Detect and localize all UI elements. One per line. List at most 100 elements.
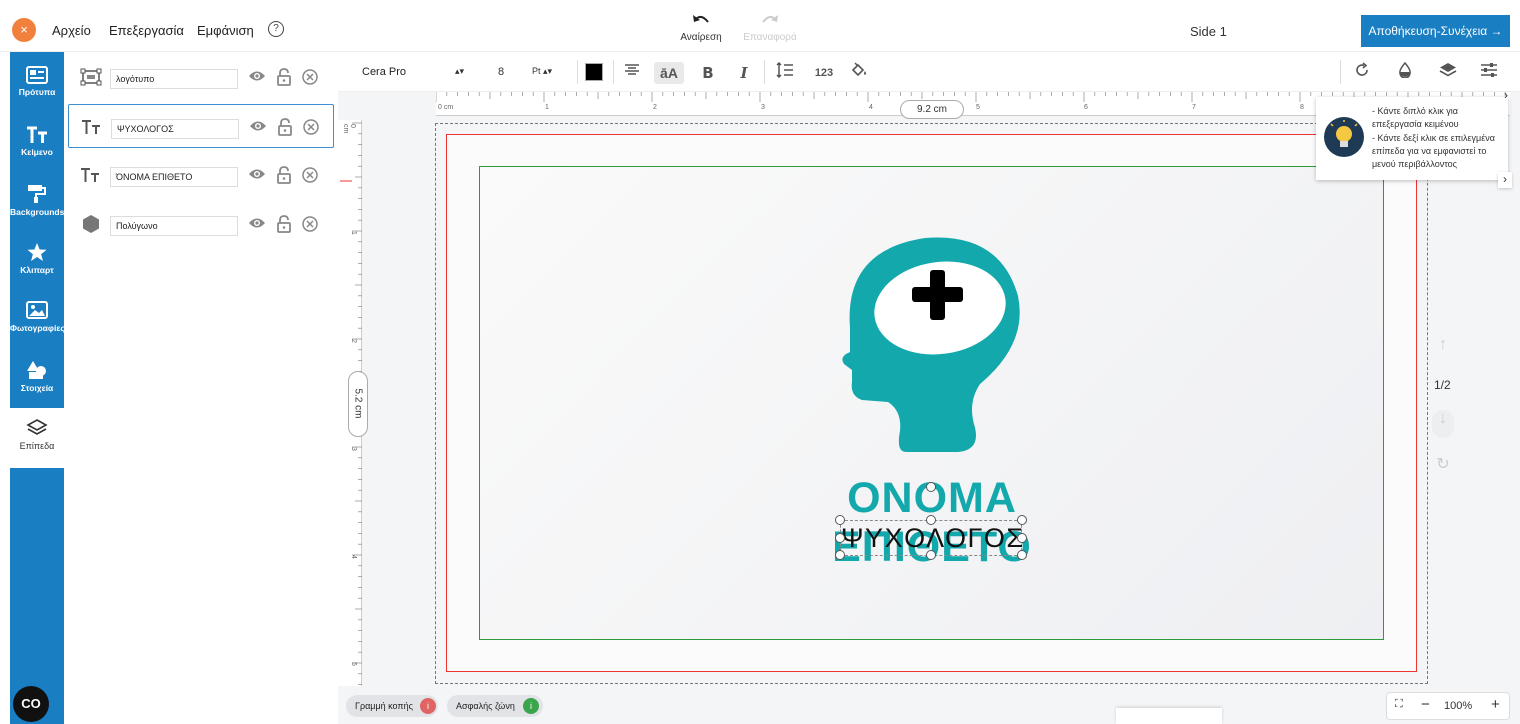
undo-label: Αναίρεση — [680, 32, 722, 43]
v-ruler-label: 5 — [350, 662, 357, 666]
zoom-in-icon[interactable]: + — [1491, 696, 1500, 713]
polygon-icon — [83, 215, 99, 233]
font-select-arrows-icon[interactable]: ▴▾ — [455, 66, 464, 77]
layer-row[interactable]: λογότυπο — [68, 55, 334, 99]
co-button[interactable]: CO — [13, 686, 49, 722]
resize-handle[interactable] — [926, 515, 936, 525]
close-circle-icon[interactable] — [303, 119, 319, 135]
chevron-right-icon[interactable]: › — [1498, 172, 1512, 188]
v-ruler-label: 1 — [350, 231, 357, 235]
h-ruler-label: 2 — [653, 104, 657, 111]
cut-line-toggle[interactable]: Γραμμή κοπής i — [346, 695, 438, 717]
text-case-button[interactable]: āA — [654, 62, 684, 84]
resize-handle[interactable] — [835, 515, 845, 525]
font-size-input[interactable]: 8 — [498, 66, 504, 78]
arrow-up-icon[interactable]: ↑ — [1432, 336, 1454, 364]
eye-icon[interactable] — [248, 69, 266, 83]
opacity-icon[interactable] — [1393, 61, 1417, 84]
eye-icon[interactable] — [248, 167, 266, 181]
toolbar-divider — [613, 60, 614, 84]
layers-panel: λογότυπο ΨΥΧΟΛΟΓΟΣ ΌΝΟΜΑ ΕΠΙΘΕΤΟ Πολύγων… — [64, 52, 338, 724]
bottom-tab[interactable] — [1116, 708, 1222, 724]
unlock-icon[interactable] — [276, 166, 292, 184]
h-ruler-label: 6 — [1084, 104, 1088, 111]
layer-row[interactable]: ΨΥΧΟΛΟΓΟΣ — [68, 104, 334, 148]
undo-button[interactable]: Αναίρεση — [672, 14, 730, 43]
shapes-icon — [27, 361, 46, 379]
unit-select[interactable]: Pt — [532, 66, 541, 76]
menu-edit[interactable]: Επεξεργασία — [109, 23, 184, 38]
redo-button[interactable]: Επαναφορά — [740, 14, 800, 43]
resize-handle[interactable] — [1017, 533, 1027, 543]
tip-line-1: - Κάντε διπλό κλικ για επεξεργασία κειμέ… — [1372, 106, 1459, 129]
unlock-icon[interactable] — [276, 215, 292, 233]
toolbar-divider — [764, 60, 765, 84]
number-format-button[interactable]: 123 — [810, 62, 838, 84]
v-ruler-label: 0 cm — [342, 124, 356, 134]
layers-icon — [26, 419, 48, 435]
nav-templates[interactable]: Πρότυπα — [10, 66, 64, 97]
page-indicator: 1/2 — [1434, 378, 1451, 392]
resize-handle[interactable] — [1017, 550, 1027, 560]
resize-handle[interactable] — [835, 533, 845, 543]
text-type-icon — [82, 120, 100, 134]
left-nav-lower — [10, 468, 64, 724]
layer-row[interactable]: Πολύγωνο — [68, 202, 334, 246]
head-logo-image[interactable] — [840, 236, 1022, 454]
line-height-icon[interactable] — [773, 61, 797, 84]
info-icon: i — [420, 698, 436, 714]
arrange-layers-icon[interactable] — [1436, 62, 1460, 84]
h-ruler-label: 3 — [761, 104, 765, 111]
unit-arrows-icon[interactable]: ▴▾ — [543, 66, 552, 77]
nav-backgrounds[interactable]: Backgrounds — [10, 184, 64, 217]
safe-zone-toggle[interactable]: Ασφαλής ζώνη i — [447, 695, 543, 717]
bold-button[interactable]: B — [696, 62, 720, 84]
layer-name-field[interactable]: ΌΝΟΜΑ ΕΠΙΘΕΤΟ — [110, 167, 238, 187]
menu-view[interactable]: Εμφάνιση — [197, 23, 254, 38]
adjustments-icon[interactable] — [1477, 62, 1501, 84]
italic-button[interactable]: I — [732, 62, 756, 84]
close-circle-icon[interactable] — [302, 69, 318, 85]
nav-layers[interactable]: Επίπεδα — [10, 418, 64, 451]
nav-photos[interactable]: Φωτογραφίες — [10, 300, 65, 333]
eye-icon[interactable] — [249, 119, 267, 133]
font-select[interactable]: Cera Pro — [362, 66, 406, 78]
rotate-handle[interactable] — [926, 482, 936, 492]
save-continue-button[interactable]: Αποθήκευση-Συνέχεια → — [1361, 15, 1510, 47]
resize-handle[interactable] — [926, 550, 936, 560]
nav-text[interactable]: Κείμενο — [10, 126, 64, 157]
unlock-icon[interactable] — [276, 68, 292, 86]
layer-row[interactable]: ΌΝΟΜΑ ΕΠΙΘΕΤΟ — [68, 153, 334, 197]
rotate-icon[interactable] — [1350, 62, 1374, 84]
nav-clipart[interactable]: Κλιπαρτ — [10, 242, 64, 275]
tip-box: - Κάντε διπλό κλικ για επεξεργασία κειμέ… — [1316, 97, 1508, 180]
refresh-icon[interactable]: ↻ — [1432, 454, 1454, 482]
layer-name-field[interactable]: Πολύγωνο — [110, 216, 238, 236]
nav-elements[interactable]: Στοιχεία — [10, 360, 64, 393]
menu-file[interactable]: Αρχείο — [52, 23, 91, 38]
fill-bucket-icon[interactable] — [847, 62, 871, 84]
eye-icon[interactable] — [248, 216, 266, 230]
arrow-down-icon[interactable]: ↓ — [1432, 410, 1454, 438]
close-circle-icon[interactable] — [302, 167, 318, 183]
close-circle-icon[interactable] — [302, 216, 318, 232]
format-toolbar: Cera Pro ▴▾ 8 Pt ▴▾ āA B I 123 — [338, 52, 1520, 92]
tip-line-2: - Κάντε δεξί κλικ σε επιλεγμένα επίπεδα … — [1372, 133, 1495, 169]
undo-icon — [693, 15, 709, 23]
top-bar: × Αρχείο Επεξεργασία Εμφάνιση ? Αναίρεση… — [0, 0, 1520, 52]
toolbar-divider — [577, 60, 578, 84]
chevron-right-icon[interactable]: › — [1504, 88, 1508, 102]
help-icon[interactable]: ? — [268, 21, 284, 37]
lightbulb-icon — [1324, 117, 1364, 157]
align-center-icon[interactable] — [620, 62, 644, 84]
zoom-out-icon[interactable]: − — [1421, 696, 1430, 713]
fullscreen-icon[interactable]: ⛶ — [1395, 698, 1403, 711]
resize-handle[interactable] — [1017, 515, 1027, 525]
height-readout: 5.2 cm — [348, 371, 368, 437]
layer-name-field[interactable]: λογότυπο — [110, 69, 238, 89]
resize-handle[interactable] — [835, 550, 845, 560]
text-color-swatch[interactable] — [585, 63, 603, 81]
close-button[interactable]: × — [12, 18, 36, 42]
layer-name-field[interactable]: ΨΥΧΟΛΟΓΟΣ — [111, 119, 239, 139]
unlock-icon[interactable] — [277, 118, 293, 136]
